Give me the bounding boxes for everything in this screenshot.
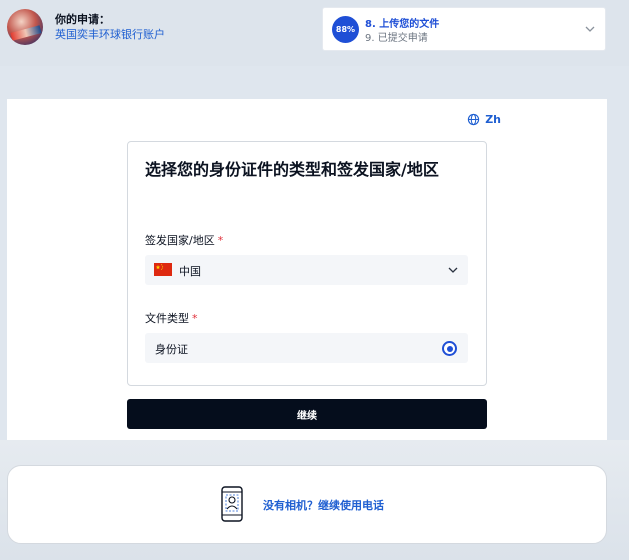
globe-icon [468, 113, 480, 126]
radio-selected-icon[interactable] [442, 341, 457, 356]
next-step-label: 9. 已提交申请 [365, 33, 428, 44]
continue-button[interactable]: 继续 [127, 399, 487, 429]
current-step-label: 8. 上传您的文件 [365, 19, 440, 30]
progress-percent-badge: 88% [332, 16, 359, 43]
continue-with-phone-link[interactable]: 没有相机？继续使用电话 [263, 497, 384, 513]
phone-icon [221, 486, 243, 522]
document-type-option-label: 身份证 [155, 343, 188, 356]
language-switcher[interactable]: Zh [467, 113, 501, 126]
country-select[interactable]: 中国 [145, 255, 468, 285]
form-title: 选择您的身份证件的类型和签发国家/地区 [145, 160, 439, 179]
country-value: 中国 [179, 265, 201, 278]
application-label: 你的申请： [55, 13, 110, 26]
language-label: Zh [485, 113, 501, 126]
country-field-label: 签发国家/地区 * [145, 232, 223, 248]
chevron-down-icon [448, 267, 458, 273]
document-type-field-label: 文件类型 * [145, 310, 198, 326]
required-mark: * [217, 234, 224, 247]
china-flag-icon [154, 263, 172, 276]
progress-dropdown[interactable]: 88% 8. 上传您的文件 9. 已提交申请 [322, 7, 606, 51]
required-mark: * [192, 312, 198, 325]
country-label-text: 签发国家/地区 [145, 234, 215, 247]
phone-option-card[interactable]: 没有相机？继续使用电话 [7, 465, 607, 544]
application-avatar [7, 9, 43, 45]
application-name: 英国奕丰环球银行账户 [55, 28, 165, 41]
document-type-label-text: 文件类型 [145, 312, 189, 325]
chevron-down-icon [585, 26, 595, 32]
document-type-option-id-card[interactable]: 身份证 [145, 333, 468, 363]
